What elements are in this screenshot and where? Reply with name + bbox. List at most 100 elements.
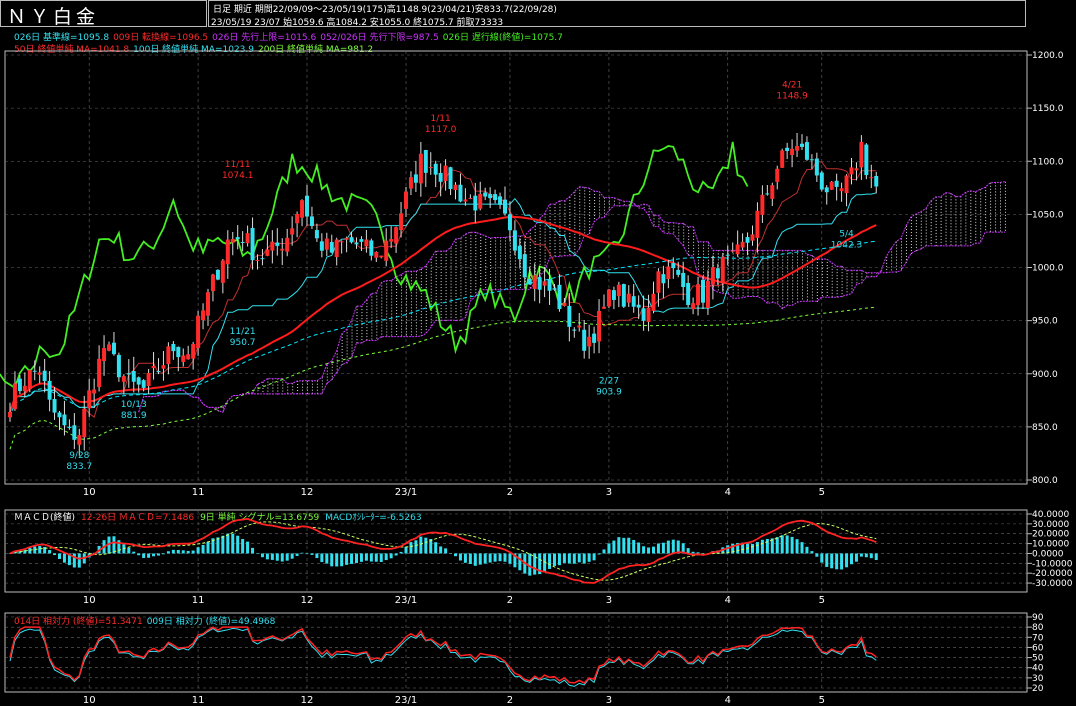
cloud-dot — [460, 310, 462, 312]
cloud-dot — [440, 281, 442, 283]
cloud-dot — [366, 324, 368, 326]
cloud-dot — [925, 238, 927, 240]
cloud-dot — [816, 277, 818, 279]
candle-body — [869, 177, 874, 179]
cloud-dot — [361, 321, 363, 323]
cloud-dot — [658, 224, 660, 226]
cloud-dot — [767, 262, 769, 264]
cloud-dot — [455, 281, 457, 283]
cloud-dot — [980, 225, 982, 227]
cloud-dot — [975, 194, 977, 196]
cloud-dot — [445, 266, 447, 268]
cloud-dot — [559, 206, 561, 208]
extreme-label-date: 10/13 — [121, 400, 147, 410]
cloud-dot — [985, 190, 987, 192]
cloud-dot — [559, 233, 561, 235]
cloud-dot — [960, 211, 962, 213]
cloud-dot — [821, 271, 823, 273]
cloud-dot — [539, 242, 541, 244]
cloud-dot — [415, 307, 417, 309]
cloud-dot — [950, 205, 952, 207]
cloud-dot — [940, 229, 942, 231]
cloud-dot — [688, 253, 690, 255]
cloud-dot — [782, 289, 784, 291]
cloud-dot — [455, 251, 457, 253]
cloud-dot — [693, 253, 695, 255]
cloud-dot — [445, 305, 447, 307]
cloud-dot — [901, 247, 902, 249]
cloud-dot — [995, 200, 997, 202]
cloud-dot — [806, 296, 808, 298]
cloud-dot — [905, 240, 907, 242]
rsi-axis-tick-label: 90 — [1032, 613, 1044, 623]
cloud-dot — [485, 268, 487, 270]
candle-body — [438, 172, 443, 182]
cloud-dot — [920, 241, 922, 243]
cloud-dot — [316, 386, 318, 388]
cloud-dot — [693, 241, 695, 243]
cloud-dot — [391, 280, 393, 282]
cloud-dot — [762, 295, 764, 297]
cloud-dot — [777, 283, 779, 285]
cloud-dot — [925, 217, 927, 219]
cloud-dot — [970, 196, 972, 198]
candle-body — [720, 256, 725, 284]
cloud-dot — [990, 194, 992, 196]
cloud-dot — [1000, 215, 1001, 217]
cloud-dot — [420, 299, 422, 301]
candle-body — [765, 193, 770, 195]
macd-hist-bar — [612, 540, 616, 554]
candle-body — [661, 274, 666, 284]
cloud-dot — [465, 252, 467, 254]
cloud-dot — [485, 256, 487, 258]
cloud-dot — [376, 331, 378, 333]
candle-body — [285, 237, 290, 252]
cloud-dot — [752, 289, 754, 291]
cloud-dot — [960, 244, 962, 246]
macd-x-label: 5 — [819, 595, 825, 606]
cloud-dot — [792, 289, 794, 291]
price-axis-tick-label: 1200.0 — [1032, 51, 1064, 61]
cloud-dot — [762, 265, 764, 267]
macd-hist-bar — [815, 553, 819, 557]
cloud-dot — [851, 279, 853, 281]
cloud-dot — [762, 292, 764, 294]
cloud-dot — [381, 327, 383, 329]
macd-hist-bar — [265, 553, 269, 560]
cloud-dot — [460, 262, 462, 264]
cloud-dot — [564, 242, 566, 244]
cloud-dot — [356, 330, 358, 332]
cloud-dot — [475, 262, 477, 264]
macd-hist-bar — [567, 553, 571, 564]
cloud-dot — [891, 257, 893, 259]
cloud-dot — [534, 229, 536, 231]
candle-body — [809, 159, 814, 161]
candle-body — [344, 237, 349, 240]
cloud-dot — [307, 380, 308, 382]
cloud-dot — [351, 344, 353, 346]
cloud-dot — [465, 312, 467, 314]
cloud-dot — [549, 216, 551, 218]
cloud-dot — [564, 230, 566, 232]
cloud-dot — [915, 220, 917, 222]
macd-x-label: 4 — [725, 595, 731, 606]
macd-hist-bar — [48, 550, 52, 554]
cloud-dot — [356, 333, 358, 335]
cloud-dot — [767, 277, 769, 279]
macd-hist-bar — [528, 553, 532, 576]
cloud-dot — [391, 301, 393, 303]
cloud-dot — [475, 292, 477, 294]
candle-body — [156, 371, 161, 373]
cloud-dot — [396, 309, 398, 311]
cloud-dot — [450, 307, 452, 309]
cloud-dot — [990, 221, 992, 223]
candle-body — [305, 195, 309, 217]
cloud-dot — [965, 234, 967, 236]
cloud-dot — [896, 253, 898, 255]
cloud-dot — [772, 274, 774, 276]
cloud-dot — [371, 302, 373, 304]
cloud-dot — [336, 365, 338, 367]
cloud-dot — [391, 319, 393, 321]
cloud-dot — [500, 273, 502, 275]
cloud-dot — [549, 243, 551, 245]
